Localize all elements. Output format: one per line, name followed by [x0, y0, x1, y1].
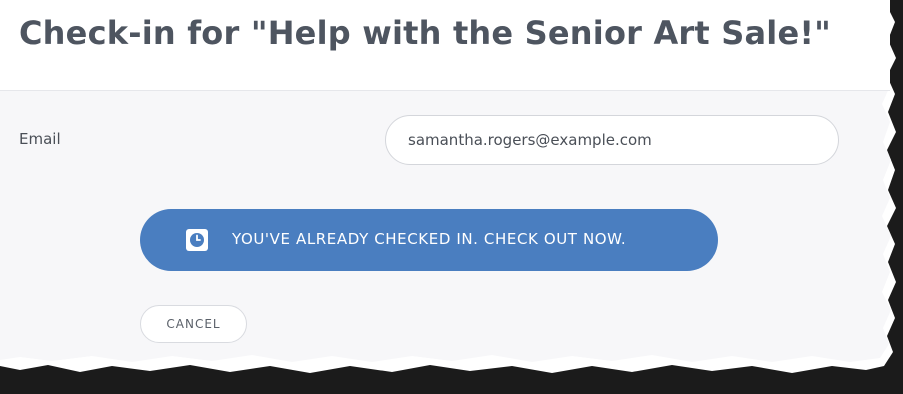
email-field[interactable] [385, 115, 839, 165]
clock-icon [186, 229, 208, 251]
screenshot-frame: Check-in for "Help with the Senior Art S… [0, 0, 903, 394]
checkin-page: Check-in for "Help with the Senior Art S… [0, 0, 903, 394]
email-label: Email [19, 130, 61, 148]
cancel-button[interactable]: CANCEL [140, 305, 247, 343]
page-header: Check-in for "Help with the Senior Art S… [0, 0, 890, 91]
page-title: Check-in for "Help with the Senior Art S… [19, 14, 832, 52]
check-out-button-label: YOU'VE ALREADY CHECKED IN. CHECK OUT NOW… [232, 230, 627, 248]
check-out-button[interactable]: YOU'VE ALREADY CHECKED IN. CHECK OUT NOW… [140, 209, 718, 271]
